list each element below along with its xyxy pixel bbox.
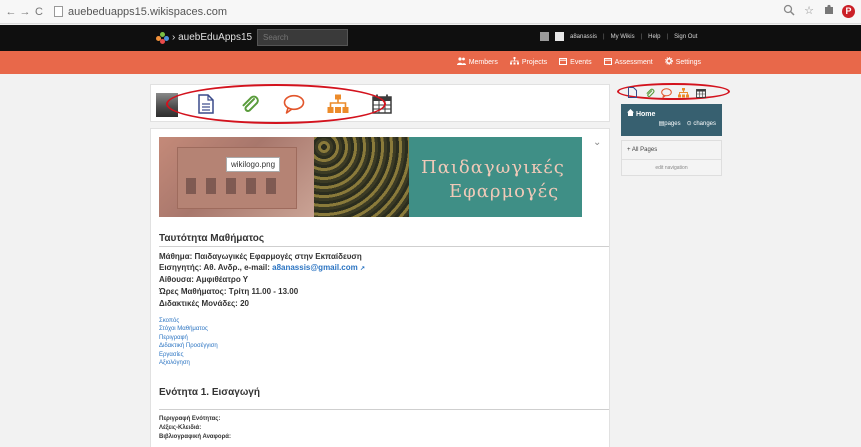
section-heading: Ενότητα 1. Εισαγωγή xyxy=(159,387,260,398)
room-line: Αίθουσα: Αμφιθέατρο Υ xyxy=(159,275,249,284)
field-label: Βιβλιογραφική Αναφορά: xyxy=(159,434,231,440)
wikispaces-logo-icon[interactable] xyxy=(156,32,170,44)
events-label: Events xyxy=(570,58,592,66)
course-title: Μάθημα: Παιδαγωγικές Εφαρμογές στην Εκπα… xyxy=(159,252,362,261)
wiki-banner-image: Παιδαγωγικές Εφαρμογές wikilogo.png xyxy=(159,137,582,217)
pages-label: pages xyxy=(664,121,681,127)
members-label: Members xyxy=(468,58,498,66)
toc-link[interactable]: Περιγραφή xyxy=(159,335,188,341)
hierarchy-icon[interactable] xyxy=(678,87,689,98)
instructor-line: Εισηγητής: Αθ. Ανδρ., e-mail: a8anassis@… xyxy=(159,263,365,272)
assessment-link[interactable]: Assessment xyxy=(603,57,653,67)
pinterest-icon[interactable]: P xyxy=(842,4,855,18)
my-wikis-link[interactable]: My Wikis xyxy=(611,34,635,40)
toc-link[interactable]: Στόχοι Μαθήματος xyxy=(159,326,208,332)
settings-link[interactable]: Settings xyxy=(664,57,701,67)
zoom-icon[interactable] xyxy=(782,4,796,18)
separator: | xyxy=(640,33,643,40)
address-bar[interactable]: auebeduapps15.wikispaces.com xyxy=(54,6,227,18)
notifications-icon[interactable] xyxy=(540,32,549,41)
settings-label: Settings xyxy=(675,58,701,66)
calendar-icon[interactable] xyxy=(695,87,706,98)
extension-icon[interactable] xyxy=(822,4,836,18)
page-content: ⌄ Παιδαγωγικές Εφαρμογές wikilogo.png Τα… xyxy=(150,128,610,447)
changes-label: changes xyxy=(693,121,716,127)
avatar[interactable] xyxy=(555,32,564,41)
attachment-icon[interactable] xyxy=(644,87,655,98)
reload-icon[interactable]: C xyxy=(32,6,46,18)
home-label: Home xyxy=(635,111,656,118)
page-icon[interactable] xyxy=(627,87,638,98)
credits-line: Διδακτικές Μονάδες: 20 xyxy=(159,299,249,308)
edit-navigation-link[interactable]: edit navigation xyxy=(622,165,721,171)
separator: | xyxy=(666,33,669,40)
user-name-link[interactable]: a8anassis xyxy=(570,34,597,40)
field-label: Περιγραφή Ενότητας: xyxy=(159,416,221,422)
image-filename-label: wikilogo.png xyxy=(226,157,281,172)
toc-link[interactable]: Αξιολόγηση xyxy=(159,360,190,366)
sidebar-navigation: + All Pages edit navigation xyxy=(621,140,722,176)
sidebar-home-panel: Home ▤pages ⊙ changes xyxy=(621,104,722,136)
members-link[interactable]: Members xyxy=(456,57,498,67)
back-icon[interactable]: ← xyxy=(4,6,18,18)
assessment-label: Assessment xyxy=(614,58,653,66)
email-link[interactable]: a8anassis@gmail.com xyxy=(272,263,358,272)
pages-link[interactable]: ▤pages xyxy=(659,120,681,127)
changes-link[interactable]: ⊙ changes xyxy=(687,120,716,127)
bookmark-star-icon[interactable]: ☆ xyxy=(802,4,816,18)
all-pages-link[interactable]: + All Pages xyxy=(627,147,657,153)
sign-out-link[interactable]: Sign Out xyxy=(674,34,697,40)
events-link[interactable]: Events xyxy=(559,57,592,67)
settings-icon xyxy=(664,57,673,67)
forward-icon[interactable]: → xyxy=(18,6,32,18)
members-icon xyxy=(456,57,466,67)
section-heading: Ταυτότητα Μαθήματος xyxy=(159,233,265,244)
annotation-oval-toolbar xyxy=(166,84,386,124)
sidebar-toolbar xyxy=(627,87,706,98)
assessment-icon xyxy=(603,57,612,67)
home-link[interactable]: Home xyxy=(627,109,655,118)
banner-title-line2: Εφαρμογές xyxy=(449,181,560,202)
toc-link[interactable]: Σκοπός xyxy=(159,318,179,324)
hours-line: Ώρες Μαθήματος: Τρίτη 11.00 - 13.00 xyxy=(159,287,299,296)
field-label: Λέξεις-Κλειδιά: xyxy=(159,425,202,431)
divider xyxy=(622,159,721,160)
home-icon xyxy=(627,109,634,116)
chevron-down-icon[interactable]: ⌄ xyxy=(593,137,601,148)
comment-icon[interactable] xyxy=(661,87,672,98)
toc-link[interactable]: Εργασίες xyxy=(159,352,184,358)
projects-icon xyxy=(509,57,519,67)
help-link[interactable]: Help xyxy=(648,34,660,40)
events-icon xyxy=(559,57,568,67)
search-input[interactable] xyxy=(257,29,348,46)
projects-link[interactable]: Projects xyxy=(509,57,548,67)
page-icon xyxy=(54,6,63,17)
divider xyxy=(159,246,609,247)
projects-label: Projects xyxy=(521,58,548,66)
url-text: auebeduapps15.wikispaces.com xyxy=(68,5,227,18)
wiki-navbar: Members Projects Events Assessment Setti… xyxy=(0,51,861,74)
browser-toolbar: ← → C auebeduapps15.wikispaces.com ☆ P xyxy=(0,0,861,24)
separator: | xyxy=(603,33,605,40)
wiki-topbar: › auebEduApps15 a8anassis | My Wikis | H… xyxy=(0,25,861,51)
banner-title-line1: Παιδαγωγικές xyxy=(421,157,565,178)
toc-link[interactable]: Διδακτική Προσέγγιση xyxy=(159,343,218,349)
external-link-icon: ↗ xyxy=(359,266,366,272)
site-name-link[interactable]: › auebEduApps15 xyxy=(172,32,252,43)
divider xyxy=(159,409,609,410)
instructor-label: Εισηγητής: Αθ. Ανδρ., e-mail: xyxy=(159,263,273,272)
